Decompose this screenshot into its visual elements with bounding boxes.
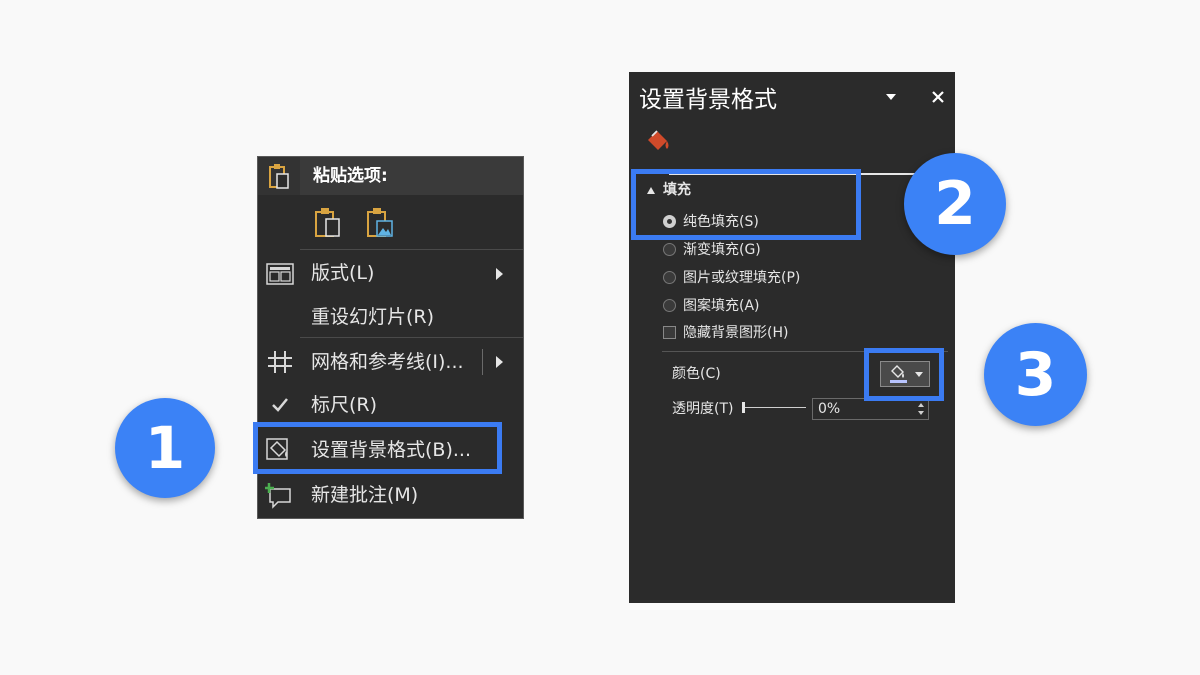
radio-label: 图案填充(A)	[683, 298, 760, 314]
split-separator	[482, 349, 483, 375]
step-badge-2: 2	[904, 153, 1006, 255]
menu-item-reset-slide[interactable]: 重设幻灯片(R)	[258, 296, 523, 338]
highlight-fill-section	[631, 169, 861, 240]
radio-picture-texture-fill[interactable]: 图片或纹理填充(P)	[663, 268, 863, 288]
paste-options-header: 粘贴选项:	[258, 157, 523, 195]
highlight-format-background	[253, 422, 502, 474]
transparency-label: 透明度(T)	[672, 401, 734, 417]
transparency-spin-input[interactable]: 0%	[812, 398, 929, 420]
step-badge-1: 1	[115, 398, 215, 498]
radio-button[interactable]	[663, 299, 676, 312]
menu-separator	[300, 249, 523, 250]
menu-item-label: 新建批注(M)	[311, 484, 419, 506]
menu-item-label: 标尺(R)	[311, 394, 378, 416]
submenu-arrow-icon	[496, 268, 503, 280]
radio-pattern-fill[interactable]: 图案填充(A)	[663, 296, 843, 316]
radio-button[interactable]	[663, 243, 676, 256]
transparency-slider-thumb[interactable]	[742, 402, 745, 413]
close-icon[interactable]	[929, 88, 947, 106]
paint-bucket-icon[interactable]	[645, 128, 671, 154]
grid-icon	[266, 349, 294, 375]
checkbox[interactable]	[663, 326, 676, 339]
checkbox-hide-background-graphics[interactable]: 隐藏背景图形(H)	[663, 323, 863, 343]
menu-item-label: 网格和参考线(I)...	[311, 351, 464, 373]
menu-item-label: 版式(L)	[311, 262, 375, 284]
checkbox-label: 隐藏背景图形(H)	[683, 325, 789, 341]
menu-item-label: 重设幻灯片(R)	[311, 306, 435, 328]
menu-item-new-comment[interactable]: 新建批注(M)	[258, 475, 523, 517]
spin-arrows-icon[interactable]	[917, 400, 925, 418]
radio-button[interactable]	[663, 271, 676, 284]
color-label: 颜色(C)	[672, 366, 721, 382]
panel-options-dropdown-icon[interactable]	[886, 94, 896, 100]
radio-label: 渐变填充(G)	[683, 242, 761, 258]
menu-item-layout[interactable]: 版式(L)	[258, 253, 523, 295]
step-badge-3: 3	[984, 323, 1087, 426]
paste-keep-source-icon[interactable]	[312, 207, 344, 239]
clipboard-icon	[267, 163, 291, 189]
transparency-value: 0%	[818, 401, 841, 417]
checkmark-icon	[268, 394, 292, 416]
new-comment-icon	[264, 482, 294, 510]
transparency-slider-track[interactable]	[744, 407, 806, 408]
menu-separator	[300, 337, 523, 338]
menu-item-grid-guides[interactable]: 网格和参考线(I)...	[258, 341, 523, 383]
highlight-color-button	[864, 348, 944, 401]
paste-as-picture-icon[interactable]	[364, 207, 396, 239]
paste-options-title: 粘贴选项:	[313, 166, 388, 186]
submenu-arrow-icon	[496, 356, 503, 368]
menu-item-ruler[interactable]: 标尺(R)	[258, 384, 523, 426]
radio-label: 图片或纹理填充(P)	[683, 270, 801, 286]
panel-title: 设置背景格式	[639, 87, 777, 113]
format-background-panel: 设置背景格式 填充 纯色填充(S) 渐变填充(G) 图片或纹理填充(P) 图案填…	[629, 72, 955, 603]
radio-gradient-fill[interactable]: 渐变填充(G)	[663, 240, 843, 260]
layout-icon	[265, 262, 295, 286]
